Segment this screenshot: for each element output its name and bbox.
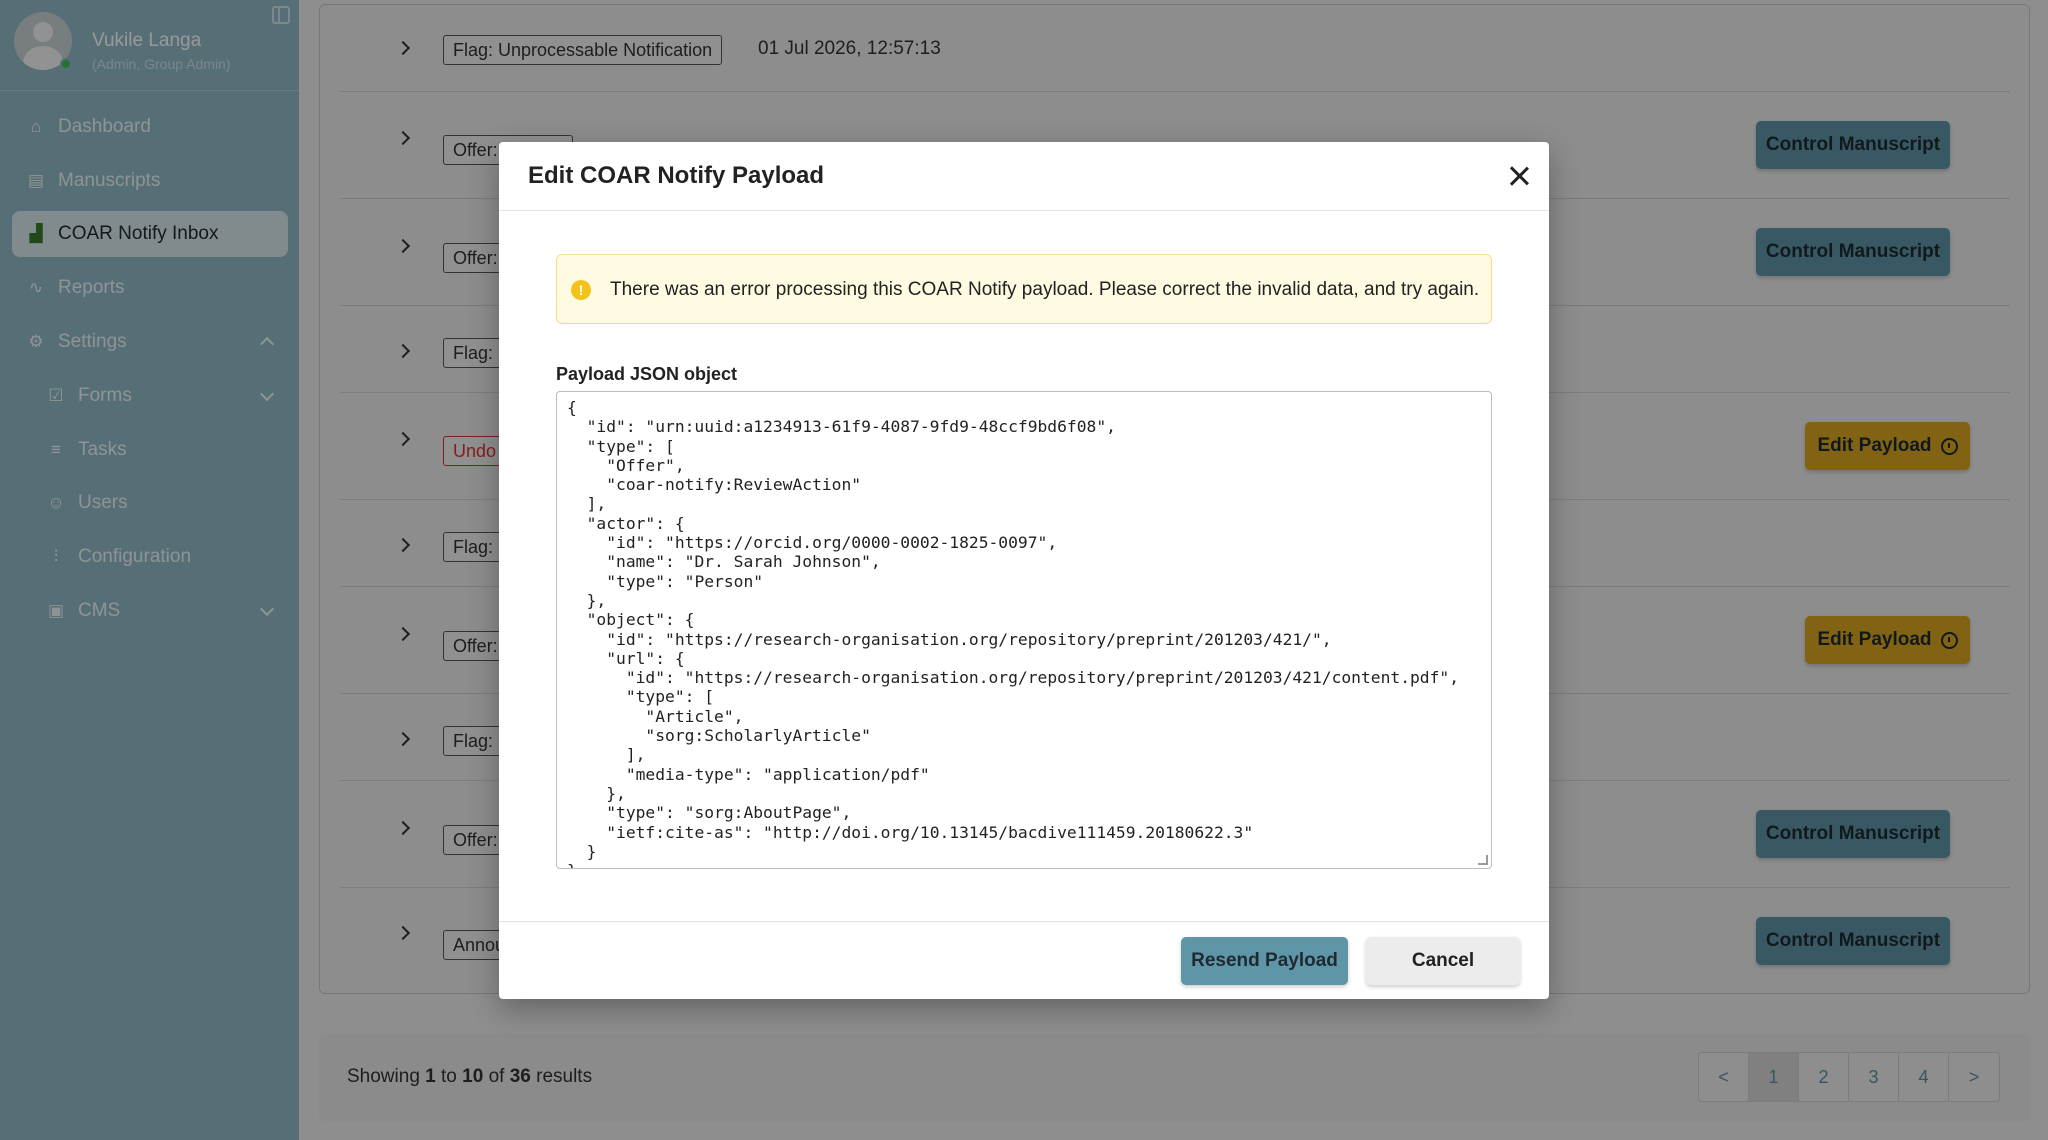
divider: [499, 210, 1549, 211]
payload-json-textarea[interactable]: { "id": "urn:uuid:a1234913-61f9-4087-9fd…: [557, 392, 1491, 868]
warning-icon: [571, 280, 591, 300]
cancel-button[interactable]: Cancel: [1366, 937, 1520, 985]
payload-editor: { "id": "urn:uuid:a1234913-61f9-4087-9fd…: [556, 391, 1492, 869]
resend-payload-button[interactable]: Resend Payload: [1181, 937, 1348, 985]
resize-handle-icon[interactable]: [1478, 855, 1488, 865]
edit-payload-modal: Edit COAR Notify Payload There was an er…: [499, 142, 1549, 999]
error-alert: There was an error processing this COAR …: [556, 254, 1492, 324]
close-icon[interactable]: [1507, 164, 1531, 188]
payload-field-label: Payload JSON object: [556, 364, 738, 384]
modal-title: Edit COAR Notify Payload: [528, 162, 825, 189]
alert-message: There was an error processing this COAR …: [610, 279, 1480, 300]
divider: [499, 921, 1549, 922]
